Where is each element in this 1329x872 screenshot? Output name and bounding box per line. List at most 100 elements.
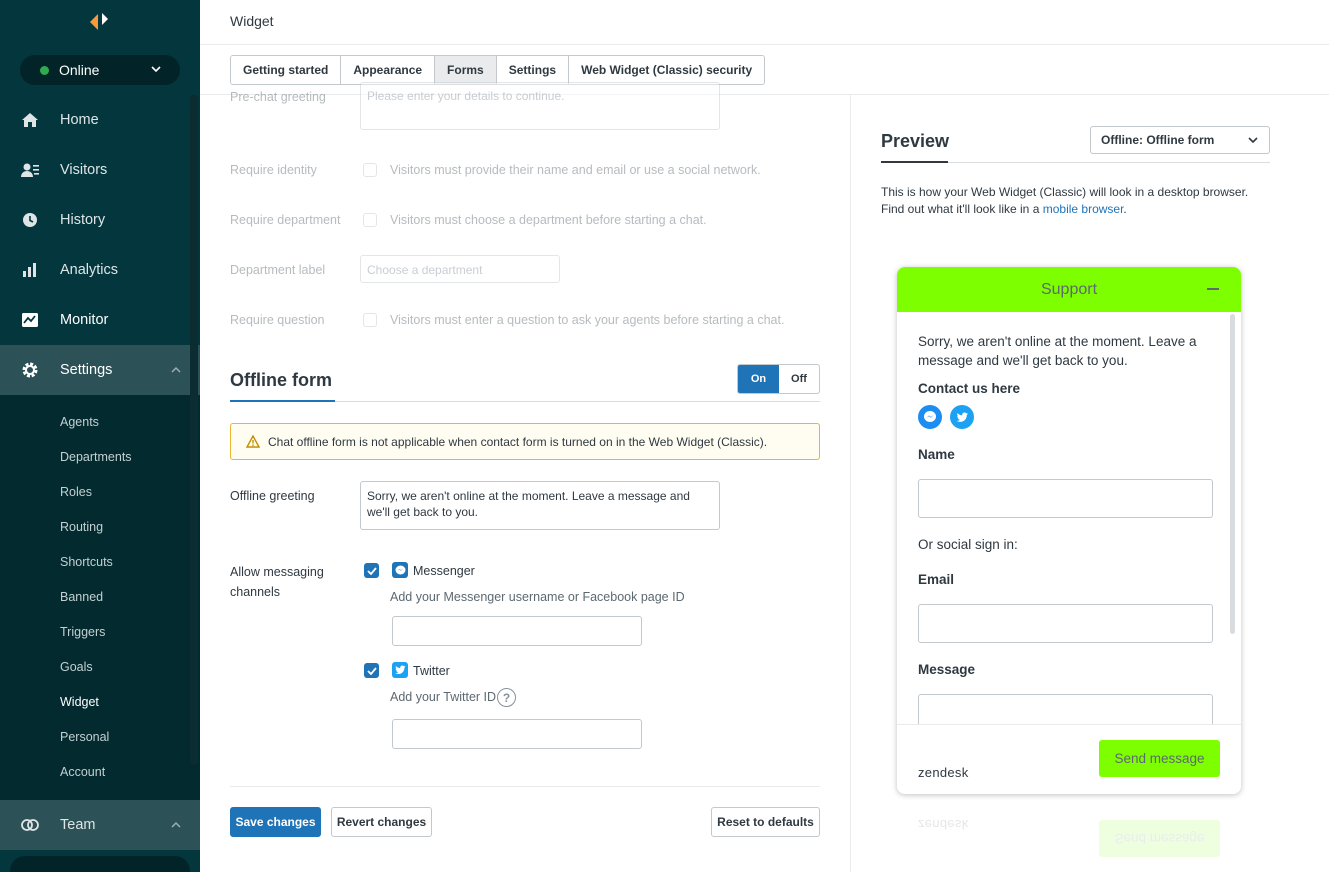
nav-settings-label: Settings (60, 362, 113, 378)
nav-team-label: Team (60, 817, 96, 833)
nav-team[interactable]: Team (0, 800, 200, 850)
save-changes-button[interactable]: Save changes (230, 807, 321, 837)
mobile-browser-link[interactable]: mobile browser (1043, 202, 1124, 216)
nav-history[interactable]: History (0, 195, 200, 245)
twitter-icon[interactable] (950, 405, 974, 429)
tab-getting-started[interactable]: Getting started (231, 56, 342, 84)
revert-changes-button[interactable]: Revert changes (331, 807, 432, 837)
online-status-dot (40, 65, 49, 75)
settings-item-banned[interactable]: Banned (60, 590, 103, 604)
settings-item-routing[interactable]: Routing (60, 520, 103, 534)
widget-header-title: Support (1040, 280, 1098, 298)
widget-scrollbar[interactable] (1230, 314, 1235, 634)
divider (850, 95, 851, 872)
settings-item-personal[interactable]: Personal (60, 730, 109, 744)
settings-item-triggers[interactable]: Triggers (60, 625, 105, 639)
widget-message: Sorry, we aren't online at the moment. L… (918, 334, 1197, 368)
status-dropdown[interactable]: Online (20, 55, 180, 85)
department-label-field[interactable]: Choose a department (360, 255, 560, 283)
require-department-checkbox[interactable] (363, 213, 377, 227)
messaging-channels-label: Allow messaging channels (230, 565, 324, 599)
chat-widget-preview: Support Sorry, we aren't online at the m… (897, 267, 1241, 794)
nav-monitor[interactable]: Monitor (0, 295, 200, 345)
checkmark-icon (366, 666, 377, 675)
require-identity-label: Require identity (230, 163, 317, 177)
nav-settings[interactable]: Settings (0, 345, 200, 395)
sidebar-scrollbar[interactable] (190, 95, 198, 765)
help-icon[interactable]: ? (497, 688, 516, 707)
require-question-checkbox[interactable] (363, 313, 377, 327)
toggle-off-button[interactable]: Off (779, 365, 819, 393)
warning-icon (246, 435, 260, 448)
settings-item-widget[interactable]: Widget (60, 695, 99, 709)
offline-greeting-field[interactable]: Sorry, we aren't online at the moment. L… (360, 481, 720, 530)
twitter-icon (392, 662, 408, 678)
department-label-label: Department label (230, 263, 326, 277)
widget-name-input[interactable] (918, 479, 1213, 518)
settings-item-agents[interactable]: Agents (60, 415, 99, 429)
settings-item-roles[interactable]: Roles (60, 485, 92, 499)
require-department-label: Require department (230, 213, 341, 227)
section-underline (881, 161, 948, 163)
nav-analytics[interactable]: Analytics (0, 245, 200, 295)
page-title: Widget (230, 13, 274, 29)
chevron-up-icon (171, 366, 181, 373)
send-message-button[interactable]: Send message (1099, 740, 1220, 777)
reset-defaults-button[interactable]: Reset to defaults (711, 807, 820, 837)
messenger-icon (392, 562, 408, 578)
chevron-down-icon (1248, 137, 1258, 144)
require-question-desc: Visitors must enter a question to ask yo… (390, 313, 785, 327)
preview-desc-line1: This is how your Web Widget (Classic) wi… (881, 185, 1249, 199)
zendesk-brand: zendesk (918, 765, 969, 780)
messenger-checkbox[interactable] (364, 563, 379, 578)
nav-home[interactable]: Home (0, 95, 200, 145)
toggle-on-button[interactable]: On (738, 365, 779, 393)
settings-submenu: Agents Departments Roles Routing Shortcu… (0, 395, 200, 800)
offline-form-title: Offline form (230, 370, 332, 390)
nav-monitor-label: Monitor (60, 312, 109, 328)
widget-reflection: zendesk Send message (897, 808, 1241, 872)
tab-appearance[interactable]: Appearance (341, 56, 436, 84)
offline-form-toggle[interactable]: On Off (737, 364, 820, 394)
messenger-icon[interactable] (918, 405, 942, 429)
twitter-id-input[interactable] (392, 719, 642, 749)
chevron-up-icon (171, 821, 181, 828)
minimize-icon[interactable] (1207, 288, 1219, 290)
offline-warning-banner: Chat offline form is not applicable when… (230, 423, 820, 460)
require-identity-desc: Visitors must provide their name and ema… (390, 163, 761, 177)
zendesk-logo[interactable] (88, 10, 118, 32)
widget-name-label: Name (918, 447, 955, 462)
settings-item-shortcuts[interactable]: Shortcuts (60, 555, 113, 569)
preview-description: This is how your Web Widget (Classic) wi… (881, 184, 1271, 218)
widget-contact-heading: Contact us here (918, 381, 1021, 396)
widget-header: Support (897, 267, 1241, 312)
preview-mode-select[interactable]: Offline: Offline form (1090, 126, 1270, 154)
settings-item-account[interactable]: Account (60, 765, 105, 779)
reflection-brand: zendesk (918, 817, 969, 832)
chevron-down-icon (151, 66, 161, 73)
tab-forms[interactable]: Forms (435, 56, 497, 84)
page-header: Widget (200, 0, 1329, 45)
require-department-desc: Visitors must choose a department before… (390, 213, 707, 227)
twitter-label: Twitter (413, 664, 450, 678)
twitter-checkbox[interactable] (364, 663, 379, 678)
twitter-hint: Add your Twitter ID (390, 690, 497, 704)
bottom-status-pill[interactable] (10, 856, 190, 872)
messenger-id-input[interactable] (392, 616, 642, 646)
preview-desc-line2: Find out what it'll look like in a mobil… (881, 201, 1271, 218)
tab-widget-security[interactable]: Web Widget (Classic) security (569, 56, 765, 84)
warning-text: Chat offline form is not applicable when… (268, 434, 768, 449)
prechat-greeting-label: Pre-chat greeting (230, 90, 326, 104)
settings-item-goals[interactable]: Goals (60, 660, 93, 674)
nav-visitors[interactable]: Visitors (0, 145, 200, 195)
messenger-hint: Add your Messenger username or Facebook … (390, 590, 685, 604)
settings-item-departments[interactable]: Departments (60, 450, 132, 464)
tab-settings[interactable]: Settings (496, 56, 570, 84)
prechat-greeting-placeholder: Please enter your details to continue. (367, 89, 565, 103)
team-icon (21, 819, 39, 831)
require-identity-checkbox[interactable] (363, 163, 377, 177)
prechat-greeting-field[interactable]: Please enter your details to continue. (360, 82, 720, 130)
home-icon (22, 113, 38, 127)
gear-icon (22, 362, 38, 378)
widget-email-input[interactable] (918, 604, 1213, 643)
